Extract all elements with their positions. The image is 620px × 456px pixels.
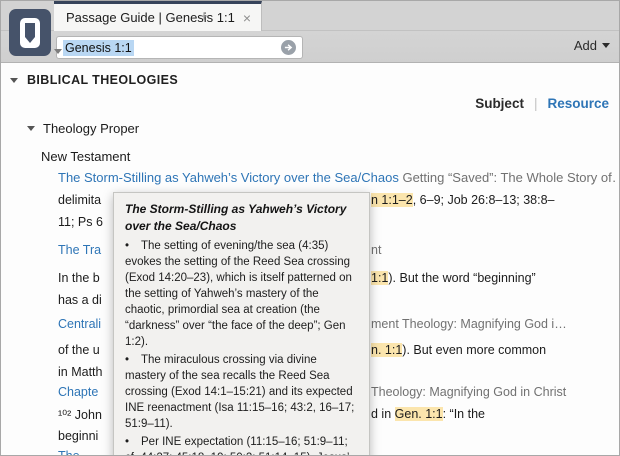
reference-highlight[interactable]: n. 1:1 bbox=[371, 343, 402, 357]
article-resource-title: Getting “Saved”: The Whole Story of… bbox=[402, 170, 617, 185]
row-left-fragment: in Matth bbox=[58, 365, 102, 379]
row-left-fragment: has a di bbox=[58, 293, 102, 307]
reference-highlight[interactable]: n 1:1–2 bbox=[371, 193, 413, 207]
row-right-fragment: d in Gen. 1:1: “In the bbox=[371, 407, 485, 421]
row-right-fragment: n 1:1–2, 6–9; Job 26:8–13; 38:8– bbox=[371, 193, 555, 207]
reference-input[interactable]: Genesis 1:1 bbox=[56, 36, 303, 59]
resource-title-fragment: ment Theology: Magnifying God i… bbox=[371, 317, 567, 331]
group-label: Theology Proper bbox=[43, 121, 139, 136]
close-icon[interactable]: × bbox=[243, 11, 251, 25]
chevron-down-icon bbox=[602, 43, 610, 48]
toolbar: Genesis 1:1 Add bbox=[1, 32, 619, 63]
new-tab-button[interactable]: + bbox=[191, 1, 217, 31]
row-right-fragment: n. 1:1). But even more common bbox=[371, 343, 546, 357]
tab-passage-guide[interactable]: Passage Guide | Genesis 1:1 × bbox=[54, 1, 262, 31]
view-by-subject-button[interactable]: Subject bbox=[475, 96, 524, 111]
row-left-fragment: delimita bbox=[58, 193, 101, 207]
view-switch: Subject | Resource bbox=[475, 96, 609, 111]
group-theology-proper[interactable]: Theology Proper bbox=[27, 121, 139, 136]
resource-title-fragment: Theology: Magnifying God in Christ bbox=[371, 385, 566, 399]
row-left-fragment: ¹⁰² John bbox=[58, 407, 102, 422]
go-arrow-button[interactable] bbox=[281, 40, 296, 55]
row-left-fragment: In the b bbox=[58, 271, 100, 285]
row-left-fragment: 11; Ps 6 bbox=[58, 215, 103, 229]
article-row: The Storm-Stilling as Yahweh’s Victory o… bbox=[58, 170, 617, 185]
row-left-fragment: beginni bbox=[58, 429, 98, 443]
tooltip-bullet: •The miraculous crossing via divine mast… bbox=[125, 352, 358, 432]
view-switch-divider: | bbox=[534, 96, 538, 111]
row-right-fragment: 1:1). But the word “beginning” bbox=[371, 271, 536, 285]
row-left-fragment: of the u bbox=[58, 343, 100, 357]
section-title: BIBLICAL THEOLOGIES bbox=[27, 73, 178, 87]
bullet-icon: • bbox=[125, 238, 141, 254]
window-chrome: Passage Guide | Genesis 1:1 × + Genesis … bbox=[1, 1, 619, 63]
add-menu-button[interactable]: Add bbox=[574, 38, 610, 53]
section-biblical-theologies[interactable]: BIBLICAL THEOLOGIES bbox=[10, 73, 178, 87]
article-preview-tooltip: The Storm-Stilling as Yahweh’s Victory o… bbox=[113, 192, 370, 455]
bullet-icon: • bbox=[125, 352, 141, 368]
passage-guide-menu-button[interactable] bbox=[9, 9, 51, 56]
passage-guide-content: BIBLICAL THEOLOGIES Subject | Resource T… bbox=[1, 63, 619, 455]
resource-title-fragment: nt bbox=[371, 243, 381, 257]
article-link-fragment[interactable]: The Tra bbox=[58, 243, 101, 257]
chevron-down-icon[interactable] bbox=[54, 49, 62, 54]
tooltip-bullet: •The setting of evening/the sea (4:35) e… bbox=[125, 238, 358, 350]
reference-highlight[interactable]: 1:1 bbox=[371, 271, 388, 285]
collapse-triangle-icon[interactable] bbox=[27, 126, 35, 131]
tooltip-bullet: •Per INE expectation (11:15–16; 51:9–11;… bbox=[125, 434, 358, 455]
clipped-link-fragment[interactable]: The… bbox=[58, 449, 92, 455]
article-link-fragment[interactable]: Chapte bbox=[58, 385, 98, 399]
subgroup-new-testament: New Testament bbox=[41, 149, 130, 164]
add-label: Add bbox=[574, 38, 597, 53]
reference-value[interactable]: Genesis 1:1 bbox=[63, 40, 134, 56]
app-window: Passage Guide | Genesis 1:1 × + Genesis … bbox=[0, 0, 620, 456]
view-by-resource-button[interactable]: Resource bbox=[547, 96, 609, 111]
collapse-triangle-icon[interactable] bbox=[10, 78, 18, 83]
logos-bookmark-icon bbox=[9, 9, 51, 56]
bullet-icon: • bbox=[125, 434, 141, 450]
article-link[interactable]: The Storm-Stilling as Yahweh’s Victory o… bbox=[58, 170, 399, 185]
article-link-fragment[interactable]: Centrali bbox=[58, 317, 101, 331]
reference-highlight[interactable]: Gen. 1:1 bbox=[395, 407, 443, 421]
right-arrow-icon bbox=[284, 43, 293, 52]
tooltip-title: The Storm-Stilling as Yahweh’s Victory o… bbox=[125, 201, 358, 235]
